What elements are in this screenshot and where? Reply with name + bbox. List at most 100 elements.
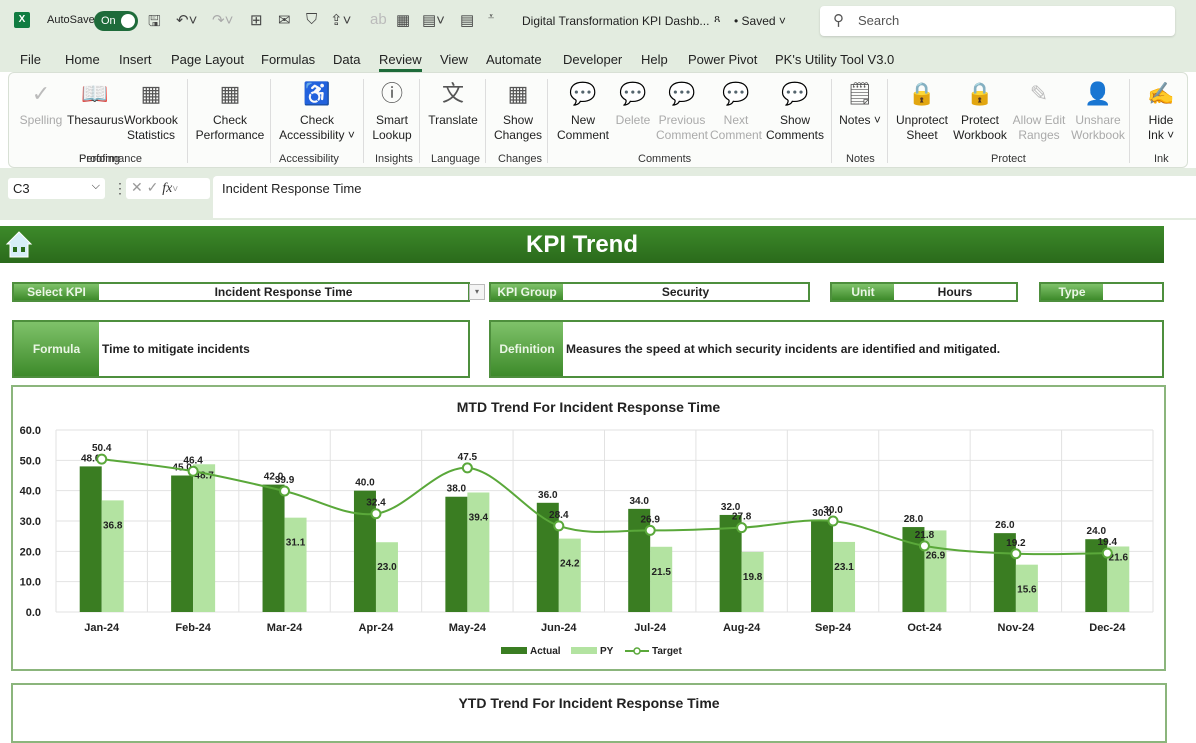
next-comment-button[interactable]: 💬 Next Comment <box>707 79 765 143</box>
new-comment-button[interactable]: 💬 New Comment <box>553 79 613 143</box>
label-py: 39.4 <box>469 512 489 523</box>
undo-icon[interactable]: ↶˅ <box>176 11 197 29</box>
tab-file[interactable]: File <box>20 52 41 67</box>
save-status-text: • Saved <box>734 14 776 28</box>
allow-edit-ranges-button[interactable]: ✎ Allow Edit Ranges <box>1009 79 1069 143</box>
group-divider <box>485 79 486 163</box>
protect-workbook-button[interactable]: 🔒 Protect Workbook <box>949 79 1011 143</box>
smart-lookup-icon: ⓘ <box>380 81 403 106</box>
accessibility-button[interactable]: ♿ Check Accessibility ˅ <box>275 79 359 143</box>
attach-icon[interactable]: ✉ <box>278 11 291 29</box>
insert-function-icon[interactable]: fx <box>162 181 172 196</box>
legend-target: Target <box>652 646 682 657</box>
unit-value: Hours <box>937 285 973 299</box>
thesaurus-button[interactable]: 📖 Thesaurus <box>67 79 124 128</box>
label-py: 36.8 <box>103 520 123 531</box>
save-status[interactable]: • Saved ˅ <box>734 14 786 28</box>
smart-lookup-button[interactable]: ⓘ Smart Lookup <box>367 79 417 143</box>
kpi-dropdown-arrow-icon[interactable]: ▾ <box>469 284 485 300</box>
show-changes-button[interactable]: ▦ Show Changes <box>493 79 543 143</box>
cancel-icon[interactable]: ✕ <box>131 179 143 195</box>
bar-py <box>833 541 856 612</box>
legend-swatch-py <box>571 647 597 654</box>
enter-icon[interactable]: ✓ <box>147 179 159 195</box>
y-tick-label: 30.0 <box>20 516 41 528</box>
tab-pk-s-utility-tool-v3-0[interactable]: PK's Utility Tool V3.0 <box>775 52 894 67</box>
tab-data[interactable]: Data <box>333 52 360 67</box>
tab-view[interactable]: View <box>440 52 468 67</box>
group-divider <box>1129 79 1130 163</box>
formula-box: Formula Time to mitigate incidents <box>12 320 470 378</box>
translate-button[interactable]: 文 Translate <box>423 79 483 128</box>
formula-label: Formula <box>14 322 99 376</box>
tab-review[interactable]: Review <box>379 52 422 72</box>
title-bar: X AutoSave On 🖫 ↶˅ ↷˅ ⊞ ✉ ⛉ ⇪˅ ab ▦ ▤˅ ▤… <box>0 0 1196 44</box>
notes-icon: 🗒 <box>846 81 874 106</box>
group-divider <box>419 79 420 163</box>
previous-comment-button[interactable]: 💬 Previous Comment <box>653 79 711 143</box>
tab-power-pivot[interactable]: Power Pivot <box>688 52 757 67</box>
unshare-workbook-button[interactable]: 👤 Unshare Workbook <box>1067 79 1129 143</box>
label-target: 47.5 <box>458 452 478 463</box>
search-box[interactable]: ⚲ Search <box>820 6 1175 36</box>
share-icon[interactable]: ⇪˅ <box>330 11 351 29</box>
calculator2-icon[interactable]: ▤ <box>460 11 474 29</box>
table-icon[interactable]: ▦ <box>396 11 410 29</box>
filter-icon[interactable]: ⛉ <box>306 11 317 28</box>
coauthor-icon[interactable]: ጸ <box>714 13 720 26</box>
y-tick-label: 0.0 <box>26 607 41 619</box>
ribbon-button-label: Check Performance <box>195 113 265 142</box>
worksheet: KPI Trend Select KPI Incident Response T… <box>0 220 1196 743</box>
check-performance-button[interactable]: ▦ Check Performance <box>192 79 268 143</box>
spelling-qat-icon[interactable]: ab <box>370 11 387 28</box>
spelling-button[interactable]: ✓ Spelling <box>13 79 69 128</box>
home-icon[interactable] <box>4 229 34 259</box>
target-point <box>644 524 656 536</box>
tab-insert[interactable]: Insert <box>119 52 152 67</box>
chevron-down-icon[interactable]: ˅ <box>172 184 178 195</box>
group-divider <box>187 79 188 163</box>
select-kpi-field[interactable]: Select KPI Incident Response Time <box>12 282 470 302</box>
unprotect-sheet-button[interactable]: 🔒 Unprotect Sheet <box>889 79 955 143</box>
type-field: Type <box>1039 282 1164 302</box>
workbook-statistics-button[interactable]: ▦ Workbook Statistics <box>121 79 181 143</box>
formula-input[interactable]: Incident Response Time <box>213 176 1196 218</box>
x-tick-label: May-24 <box>449 622 487 634</box>
label-actual: 38.0 <box>447 484 467 495</box>
label-target: 39.9 <box>275 475 295 486</box>
tab-formulas[interactable]: Formulas <box>261 52 315 67</box>
tab-home[interactable]: Home <box>65 52 100 67</box>
dashboard-title: KPI Trend <box>525 231 639 258</box>
hide-ink-button[interactable]: ✍ Hide Ink ˅ <box>1139 79 1183 143</box>
bar-actual <box>445 496 468 612</box>
ribbon-button-label: Previous Comment <box>655 113 708 142</box>
save-icon[interactable]: 🖫 <box>148 11 161 36</box>
redo-icon[interactable]: ↷˅ <box>212 11 233 29</box>
label-target: 32.4 <box>366 498 386 509</box>
dashboard-banner: KPI Trend <box>0 226 1164 263</box>
ribbon-button-label: Unshare Workbook <box>1071 113 1125 142</box>
kpi-group-field: KPI Group Security <box>489 282 810 302</box>
tab-developer[interactable]: Developer <box>563 52 622 67</box>
autosave-toggle[interactable]: On <box>94 11 138 31</box>
ribbon-button-label: Show Comments <box>765 113 824 142</box>
y-tick-label: 40.0 <box>20 486 41 498</box>
more-options-icon[interactable]: ⋮ <box>113 180 127 197</box>
target-point <box>279 485 291 497</box>
tab-automate[interactable]: Automate <box>486 52 542 67</box>
notes-button[interactable]: 🗒 Notes ˅ <box>835 79 885 128</box>
tab-page-layout[interactable]: Page Layout <box>171 52 244 67</box>
bar-py <box>650 546 673 612</box>
customize-qat-icon[interactable]: ⩡ <box>488 11 494 24</box>
delete-comment-button[interactable]: 💬 Delete <box>613 79 653 128</box>
select-kpi-label: Select KPI <box>14 284 99 300</box>
borders-icon[interactable]: ⊞ <box>250 11 263 29</box>
show-comments-button[interactable]: 💬 Show Comments <box>761 79 829 143</box>
unshare-workbook-icon: 👤 <box>1084 81 1112 106</box>
name-box[interactable]: C3 ⌵ <box>8 178 105 199</box>
tab-help[interactable]: Help <box>641 52 668 67</box>
calculator-icon[interactable]: ▤˅ <box>422 11 445 29</box>
accessibility-icon: ♿ <box>303 81 331 106</box>
previous-comment-icon: 💬 <box>668 81 696 106</box>
group-accessibility: Accessibility <box>279 153 339 165</box>
